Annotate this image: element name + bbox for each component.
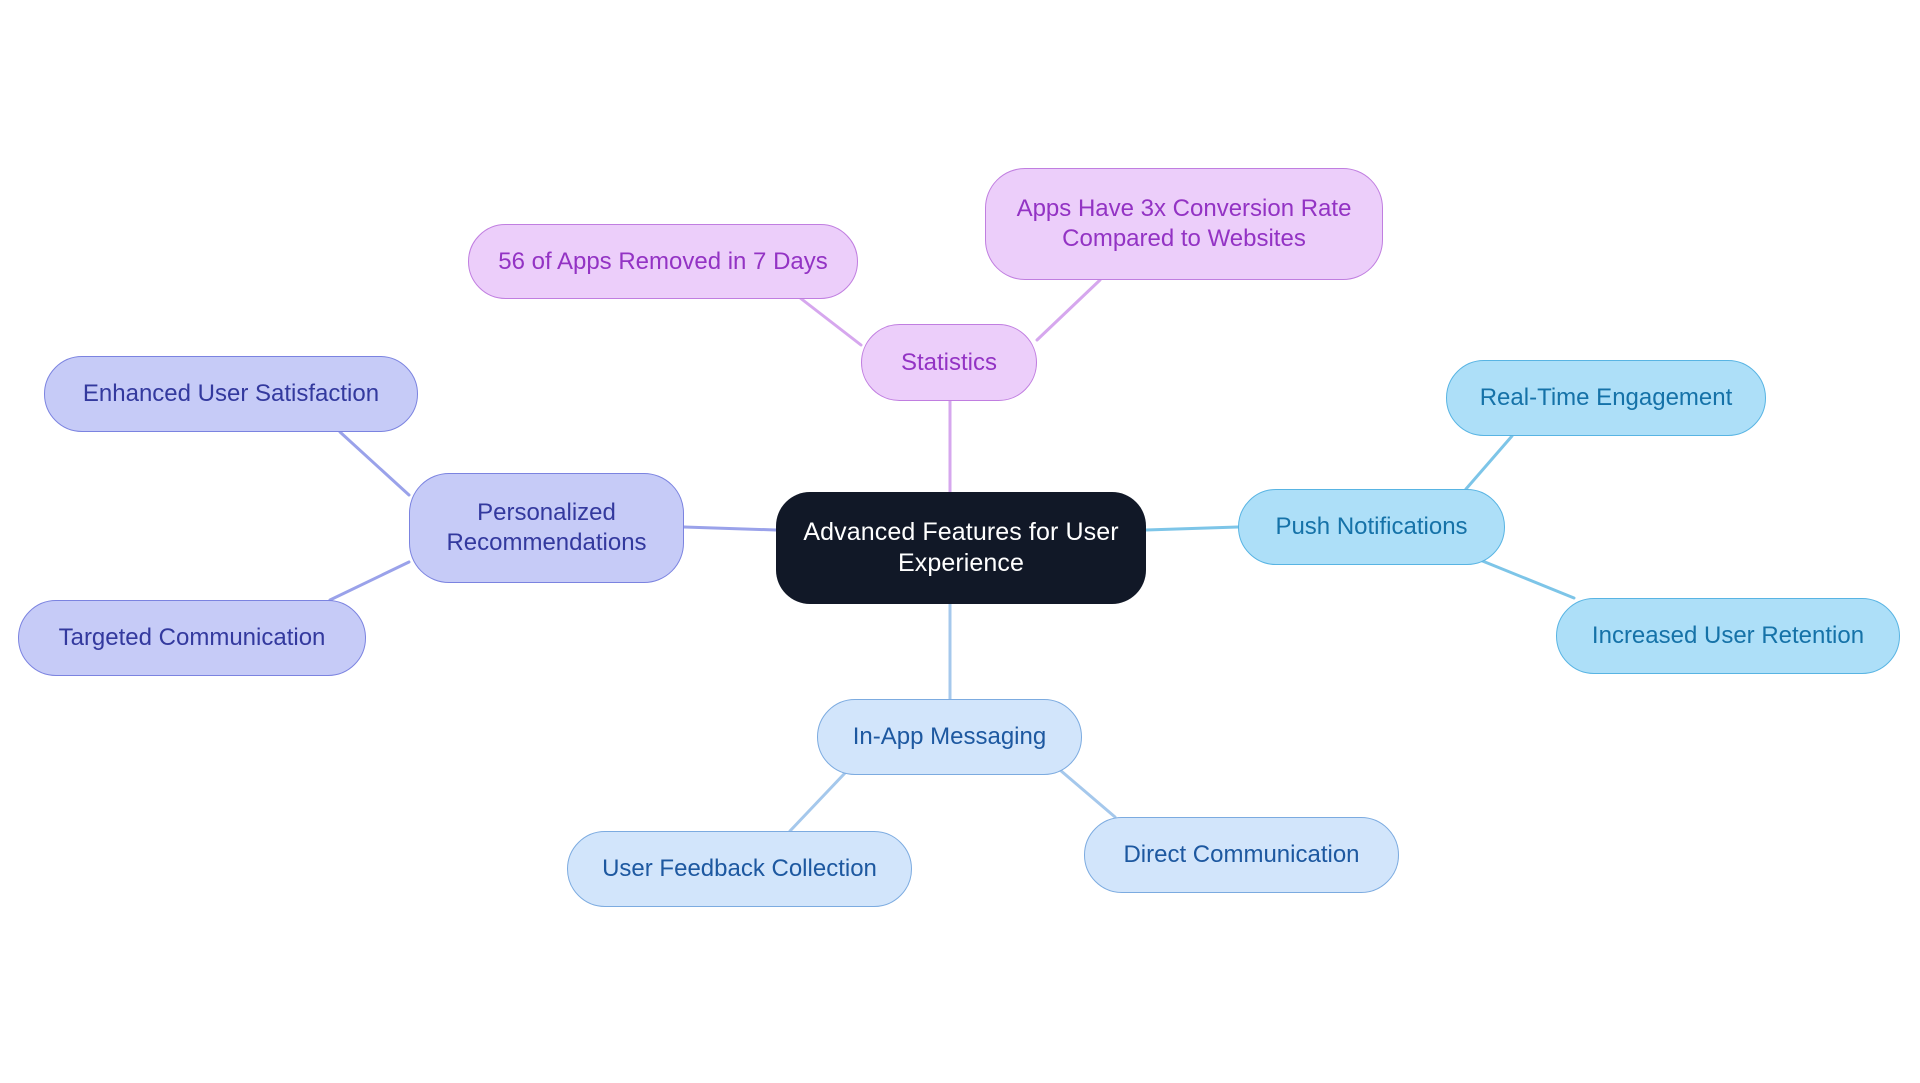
node-increased-user-retention[interactable]: Increased User Retention bbox=[1556, 598, 1900, 674]
node-push-notifications[interactable]: Push Notifications bbox=[1238, 489, 1505, 565]
node-label: In-App Messaging bbox=[852, 723, 1047, 751]
node-label: Increased User Retention bbox=[1591, 622, 1865, 650]
node-label: Enhanced User Satisfaction bbox=[82, 380, 380, 408]
edge-root-personalized bbox=[682, 525, 778, 532]
edge-root-push bbox=[1144, 525, 1240, 532]
node-targeted-communication[interactable]: Targeted Communication bbox=[18, 600, 366, 676]
edge-push-realtime bbox=[1464, 434, 1514, 491]
node-conversion-rate[interactable]: Apps Have 3x Conversion Rate Compared to… bbox=[985, 168, 1383, 280]
node-label: Apps Have 3x Conversion Rate Compared to… bbox=[1016, 195, 1352, 252]
edge-personalized-targeted bbox=[328, 560, 411, 602]
node-user-feedback-collection[interactable]: User Feedback Collection bbox=[567, 831, 912, 907]
node-label: Advanced Features for User Experience bbox=[803, 518, 1119, 577]
node-label: Personalized Recommendations bbox=[446, 499, 647, 556]
node-label: Targeted Communication bbox=[58, 624, 326, 652]
node-real-time-engagement[interactable]: Real-Time Engagement bbox=[1446, 360, 1766, 436]
edge-inapp-direct bbox=[1058, 768, 1117, 819]
node-direct-communication[interactable]: Direct Communication bbox=[1084, 817, 1399, 893]
node-label: Real-Time Engagement bbox=[1479, 384, 1733, 412]
node-label: Direct Communication bbox=[1123, 841, 1360, 869]
edge-statistics-conversion-rate bbox=[1035, 278, 1102, 342]
node-label: Statistics bbox=[900, 348, 998, 376]
edge-inapp-feedback bbox=[788, 771, 847, 833]
node-label: User Feedback Collection bbox=[602, 855, 877, 883]
node-in-app-messaging[interactable]: In-App Messaging bbox=[817, 699, 1082, 775]
edge-push-retention bbox=[1478, 558, 1576, 600]
node-apps-removed[interactable]: 56 of Apps Removed in 7 Days bbox=[468, 224, 858, 299]
node-statistics[interactable]: Statistics bbox=[861, 324, 1037, 401]
node-label: Push Notifications bbox=[1275, 513, 1468, 541]
node-personalized-recommendations[interactable]: Personalized Recommendations bbox=[409, 473, 684, 583]
edge-personalized-enhanced bbox=[338, 430, 411, 497]
node-enhanced-user-satisfaction[interactable]: Enhanced User Satisfaction bbox=[44, 356, 418, 432]
node-root[interactable]: Advanced Features for User Experience bbox=[776, 492, 1146, 604]
node-label: 56 of Apps Removed in 7 Days bbox=[498, 247, 828, 275]
mindmap-canvas: Advanced Features for User Experience Sta… bbox=[0, 0, 1920, 1083]
